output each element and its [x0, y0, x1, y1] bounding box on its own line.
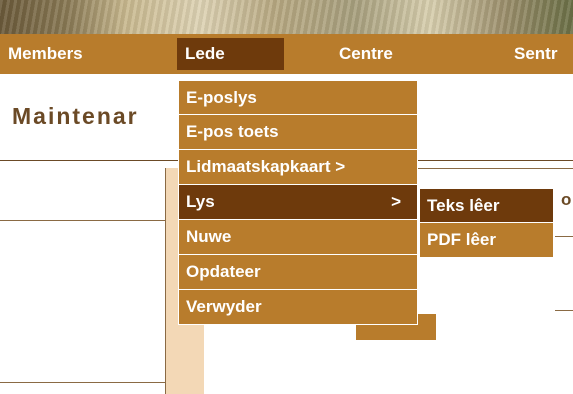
header-banner-image — [0, 0, 573, 34]
main-navbar: Members Lede Centre Sentr — [0, 34, 573, 74]
menu-item-opdateer[interactable]: Opdateer — [178, 255, 418, 290]
nav-item-sentr[interactable]: Sentr — [514, 34, 557, 74]
menu-item-label: Nuwe — [186, 227, 232, 246]
header-text-fragment: o — [561, 190, 572, 209]
menu-item-label: Lidmaatskapkaart > — [186, 157, 346, 176]
nav-item-centre[interactable]: Centre — [339, 34, 393, 74]
menu-item-label: E-poslys — [186, 88, 257, 107]
left-divider-bottom — [0, 382, 166, 383]
menu-item-label: Lys — [186, 192, 215, 211]
submenu-item-teks-leer[interactable]: Teks lêer — [419, 188, 554, 223]
submenu-item-pdf-leer[interactable]: PDF lêer — [419, 223, 554, 258]
nav-item-lede[interactable]: Lede — [177, 38, 284, 70]
submenu-arrow: > — [391, 192, 401, 211]
menu-item-label: E-pos toets — [186, 122, 279, 141]
content-divider-small — [555, 236, 573, 237]
menu-item-verwyder[interactable]: Verwyder — [178, 290, 418, 325]
menu-item-lidmaatskapkaart[interactable]: Lidmaatskapkaart > — [178, 150, 418, 185]
content-divider-small-2 — [555, 310, 573, 311]
menu-item-label: Opdateer — [186, 262, 261, 281]
menu-item-e-pos-toets[interactable]: E-pos toets — [178, 115, 418, 150]
menu-item-label: Verwyder — [186, 297, 262, 316]
menu-item-nuwe[interactable]: Nuwe — [178, 220, 418, 255]
menu-item-lys[interactable]: Lys > — [178, 185, 418, 220]
nav-item-members[interactable]: Members — [8, 34, 83, 74]
lede-dropdown-menu: E-poslys E-pos toets Lidmaatskapkaart > … — [178, 80, 418, 325]
lys-submenu: Teks lêer PDF lêer — [419, 188, 554, 258]
menu-item-e-poslys[interactable]: E-poslys — [178, 80, 418, 115]
page-title: Maintenar — [12, 103, 139, 129]
left-divider-top — [0, 220, 166, 221]
